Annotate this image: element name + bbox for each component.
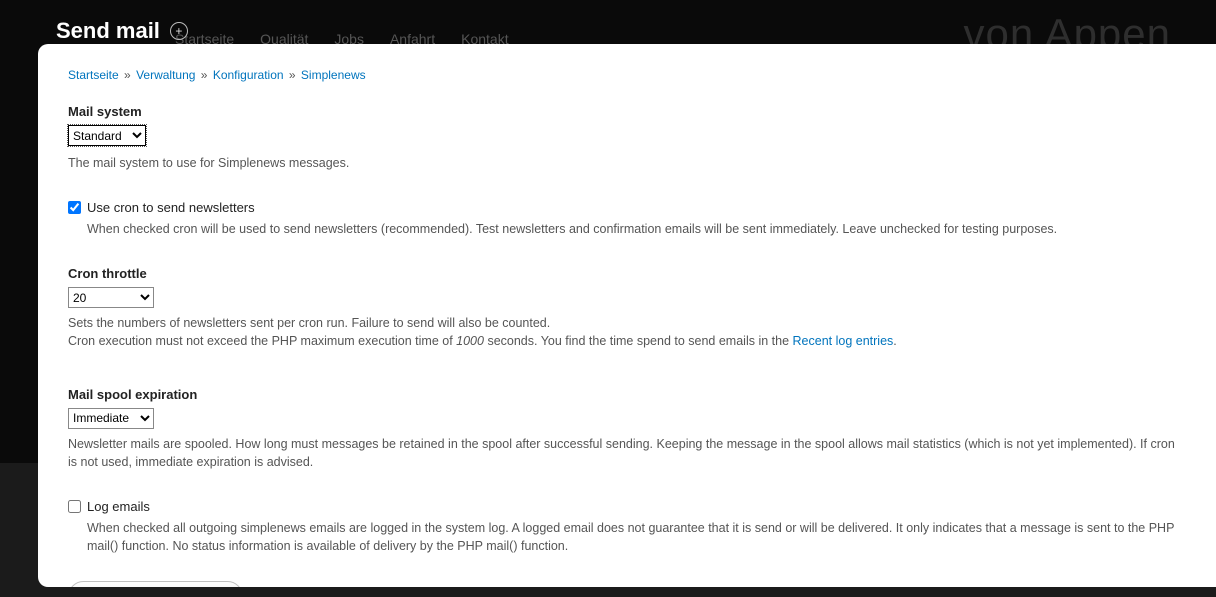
- log-emails-desc: When checked all outgoing simplenews ema…: [87, 519, 1186, 555]
- cron-throttle-desc1: Sets the numbers of newsletters sent per…: [68, 314, 1186, 332]
- plus-icon[interactable]: +: [170, 22, 188, 40]
- use-cron-label: Use cron to send newsletters: [87, 200, 255, 215]
- breadcrumb-sep: »: [289, 68, 296, 82]
- max-exec-time: 1000: [456, 334, 484, 348]
- recent-log-entries-link[interactable]: Recent log entries: [793, 334, 894, 348]
- overlay-title: Send mail +: [56, 18, 188, 44]
- log-emails-block: Log emails When checked all outgoing sim…: [68, 499, 1186, 555]
- spool-block: Mail spool expiration Immediate Newslett…: [68, 387, 1186, 471]
- use-cron-block: Use cron to send newsletters When checke…: [68, 200, 1186, 238]
- mail-system-label: Mail system: [68, 104, 1186, 119]
- log-emails-checkbox[interactable]: [68, 500, 81, 513]
- admin-panel: Startseite » Verwaltung » Konfiguration …: [38, 44, 1216, 587]
- use-cron-desc: When checked cron will be used to send n…: [87, 220, 1186, 238]
- breadcrumb-link[interactable]: Startseite: [68, 68, 119, 82]
- mail-system-select[interactable]: Standard: [68, 125, 146, 146]
- spool-select[interactable]: Immediate: [68, 408, 154, 429]
- breadcrumb-link[interactable]: Verwaltung: [136, 68, 195, 82]
- cron-throttle-label: Cron throttle: [68, 266, 1186, 281]
- spool-desc: Newsletter mails are spooled. How long m…: [68, 435, 1186, 471]
- breadcrumb-sep: »: [201, 68, 208, 82]
- cron-throttle-select[interactable]: 20: [68, 287, 154, 308]
- breadcrumb-sep: »: [124, 68, 131, 82]
- spool-label: Mail spool expiration: [68, 387, 1186, 402]
- mail-system-desc: The mail system to use for Simplenews me…: [68, 154, 1186, 172]
- cron-throttle-desc2: Cron execution must not exceed the PHP m…: [68, 332, 1186, 350]
- save-button[interactable]: Konfiguration speichern: [68, 581, 243, 587]
- cron-throttle-block: Cron throttle 20 Sets the numbers of new…: [68, 266, 1186, 350]
- mail-system-block: Mail system Standard The mail system to …: [68, 104, 1186, 172]
- breadcrumb: Startseite » Verwaltung » Konfiguration …: [68, 68, 1186, 82]
- overlay-title-text: Send mail: [56, 18, 160, 44]
- breadcrumb-link[interactable]: Konfiguration: [213, 68, 284, 82]
- breadcrumb-link[interactable]: Simplenews: [301, 68, 366, 82]
- use-cron-checkbox[interactable]: [68, 201, 81, 214]
- log-emails-label: Log emails: [87, 499, 150, 514]
